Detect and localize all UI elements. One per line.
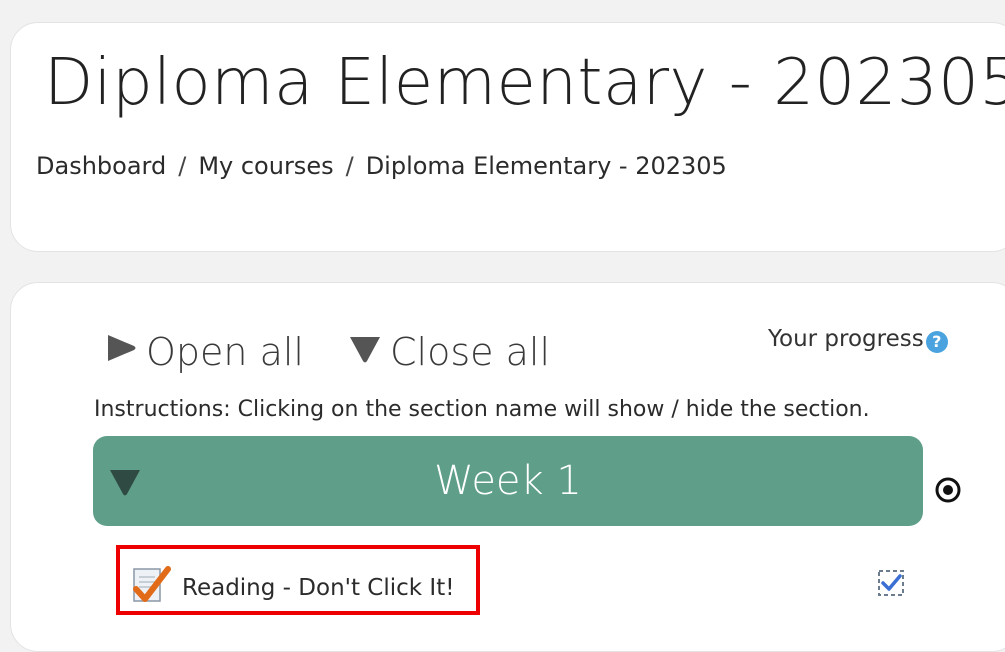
breadcrumb-separator: / (178, 152, 187, 180)
activity-highlight-box: Reading - Don't Click It! (116, 545, 480, 615)
breadcrumb-dashboard[interactable]: Dashboard (36, 152, 166, 180)
breadcrumb-current-course[interactable]: Diploma Elementary - 202305 (366, 152, 727, 180)
breadcrumb-my-courses[interactable]: My courses (198, 152, 333, 180)
activity-link[interactable]: Reading - Don't Click It! (130, 563, 454, 612)
page-title: Diploma Elementary - 202305 (44, 46, 1005, 120)
activity-name: Reading - Don't Click It! (182, 574, 455, 601)
caret-right-icon (104, 330, 138, 374)
open-all-label: Open all (146, 330, 304, 374)
completed-checkbox-icon[interactable] (876, 568, 906, 603)
checked-page-icon (130, 563, 174, 612)
help-icon[interactable]: ? (925, 331, 948, 353)
progress-info: Your progress ? (768, 325, 948, 353)
open-all-button[interactable]: Open all (104, 330, 304, 374)
close-all-button[interactable]: Close all (348, 330, 550, 374)
caret-down-icon (348, 330, 382, 374)
breadcrumb-separator: / (345, 152, 354, 180)
breadcrumb: Dashboard / My courses / Diploma Elementary … (36, 152, 727, 180)
section-header-week-1[interactable]: Week 1 (93, 436, 923, 526)
section-title: Week 1 (434, 458, 582, 504)
instructions-text: Instructions: Clicking on the section na… (94, 397, 870, 422)
close-all-label: Close all (390, 330, 550, 374)
progress-label: Your progress (768, 326, 924, 352)
highlight-target-icon[interactable] (934, 476, 962, 509)
